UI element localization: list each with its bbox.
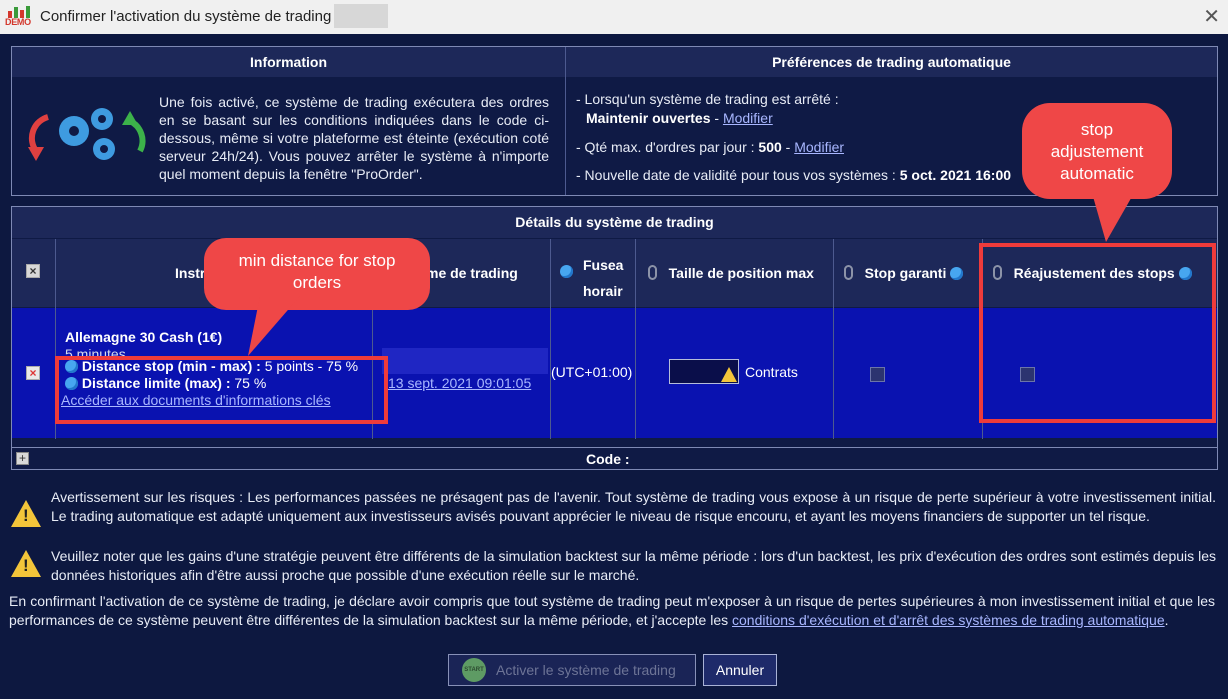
contracts-label: Contrats — [745, 364, 798, 380]
cancel-button[interactable]: Annuler — [703, 654, 777, 686]
demo-logo-icon: DEMO — [5, 4, 35, 28]
guaranteed-stop-checkbox[interactable] — [870, 367, 885, 382]
pref-keep-open-line: Maintenir ouvertes - Modifier — [586, 110, 773, 126]
demo-label: DEMO — [5, 17, 31, 27]
callout-pointer — [248, 296, 300, 356]
stop-adjustment-highlight — [979, 243, 1216, 423]
window-title: Confirmer l'activation du système de tra… — [40, 8, 341, 25]
close-icon[interactable]: ✕ — [1203, 4, 1220, 29]
activate-button[interactable]: START Activer le système de trading — [448, 654, 696, 686]
conditions-link[interactable]: conditions d'exécution et d'arrêt des sy… — [732, 612, 1165, 628]
pref-validity-line: - Nouvelle date de validité pour tous vo… — [576, 167, 1012, 183]
modify-max-orders-link[interactable]: Modifier — [794, 139, 844, 155]
start-icon: START — [462, 658, 486, 682]
remove-row-icon[interactable]: × — [26, 366, 40, 380]
stop-distance-highlight — [55, 356, 388, 424]
expand-code-icon[interactable]: + — [16, 452, 29, 465]
info-bubble-icon[interactable] — [560, 265, 573, 278]
risk-warning: Avertissement sur les risques : Les perf… — [51, 489, 1216, 524]
warning-icon — [11, 500, 41, 527]
link-icon — [648, 265, 657, 280]
title-bar: DEMO Confirmer l'activation du système d… — [0, 0, 1228, 34]
callout-pointer — [1090, 186, 1138, 242]
col-guaranteed-stop: Stop garanti — [844, 265, 964, 281]
pref-stop-line: - Lorsqu'un système de trading est arrêt… — [576, 91, 839, 107]
col-trading-system: me de trading — [426, 265, 518, 281]
pref-max-orders-line: - Qté max. d'ordres par jour : 500 - Mod… — [576, 139, 845, 155]
preferences-header: Préférences de trading automatique — [566, 47, 1217, 77]
redacted-system-field — [382, 348, 548, 374]
timezone-value: (UTC+01:00) — [551, 364, 633, 380]
min-distance-callout: min distance for stop orders — [204, 238, 430, 310]
col-max-size: Taille de position max — [648, 265, 814, 281]
code-row: + Code : — [12, 447, 1217, 470]
keep-open-value: Maintenir ouvertes — [586, 110, 711, 126]
warning-icon — [721, 367, 737, 382]
confirmation-text: En confirmant l'activation de ce système… — [9, 593, 1215, 628]
code-label: Code : — [586, 451, 630, 467]
stop-adjust-callout: stop adjustement automatic — [1022, 103, 1172, 199]
system-date-link[interactable]: 13 sept. 2021 09:01:05 — [388, 375, 531, 391]
max-orders-value: 500 — [758, 139, 782, 155]
trading-gears-icon — [28, 108, 146, 161]
details-header: Détails du système de trading — [12, 207, 1217, 238]
info-header: Information — [12, 47, 565, 77]
validity-date: 5 oct. 2021 16:00 — [899, 167, 1012, 183]
info-text: Une fois activé, ce système de trading e… — [159, 94, 549, 182]
backtest-warning: Veuillez noter que les gains d'une strat… — [51, 548, 1216, 583]
warning-icon — [11, 550, 41, 577]
info-bubble-icon[interactable] — [950, 267, 964, 280]
instrument-name: Allemagne 30 Cash (1€) — [65, 329, 223, 345]
link-icon — [844, 265, 853, 280]
modify-stop-link[interactable]: Modifier — [723, 110, 773, 126]
redacted-system-name — [334, 4, 388, 28]
remove-all-icon[interactable]: × — [26, 264, 40, 278]
